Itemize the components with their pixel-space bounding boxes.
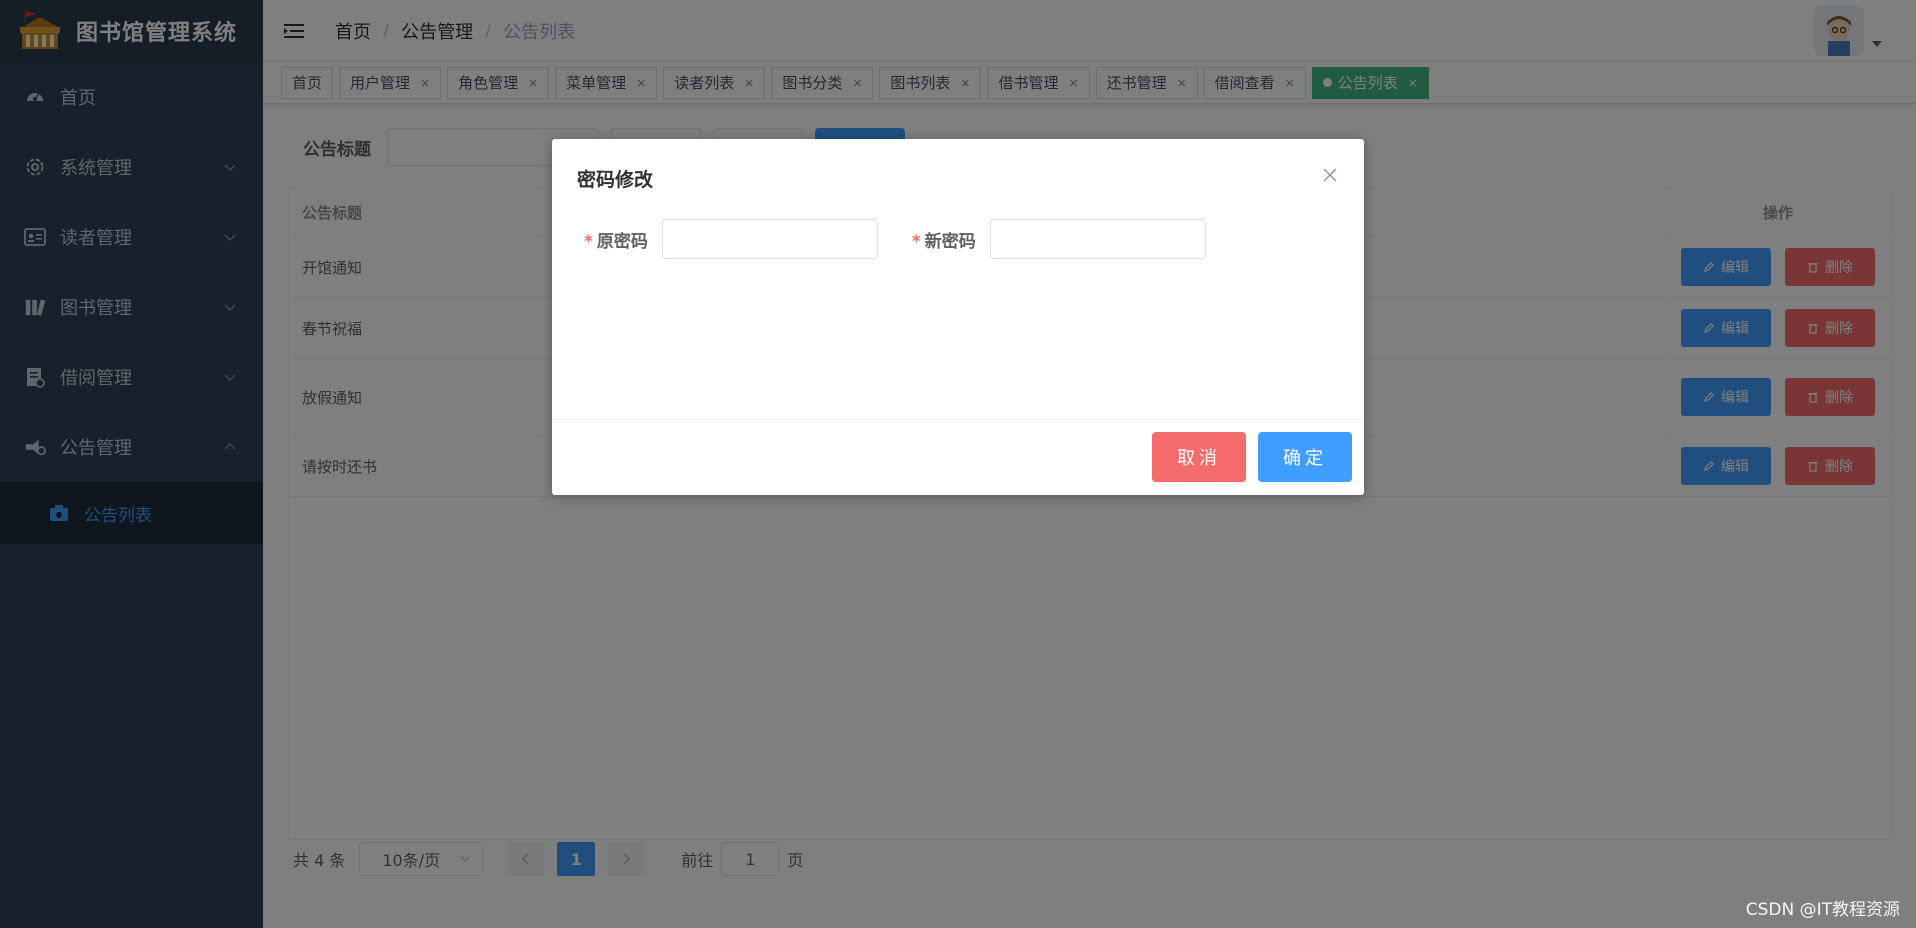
dialog-footer: 取消 确定 [552,419,1364,495]
password-form: * 原密码 * 新密码 [584,219,1206,259]
new-password-input[interactable] [989,219,1206,259]
old-password-label-text: 原密码 [596,231,648,252]
confirm-button[interactable]: 确定 [1258,432,1352,482]
new-password-label-text: 新密码 [924,231,976,252]
watermark: CSDN @IT教程资源 [1745,900,1900,920]
close-icon[interactable] [1322,167,1338,183]
old-password-label: * 原密码 [584,227,648,252]
new-password-label: * 新密码 [912,227,976,252]
dialog-title: 密码修改 [577,169,654,191]
required-mark: * [911,231,921,252]
change-password-dialog: 密码修改 * 原密码 * 新密码 取消 确定 [552,139,1364,495]
cancel-button[interactable]: 取消 [1152,432,1246,482]
required-mark: * [584,231,593,252]
old-password-input[interactable] [661,219,878,259]
